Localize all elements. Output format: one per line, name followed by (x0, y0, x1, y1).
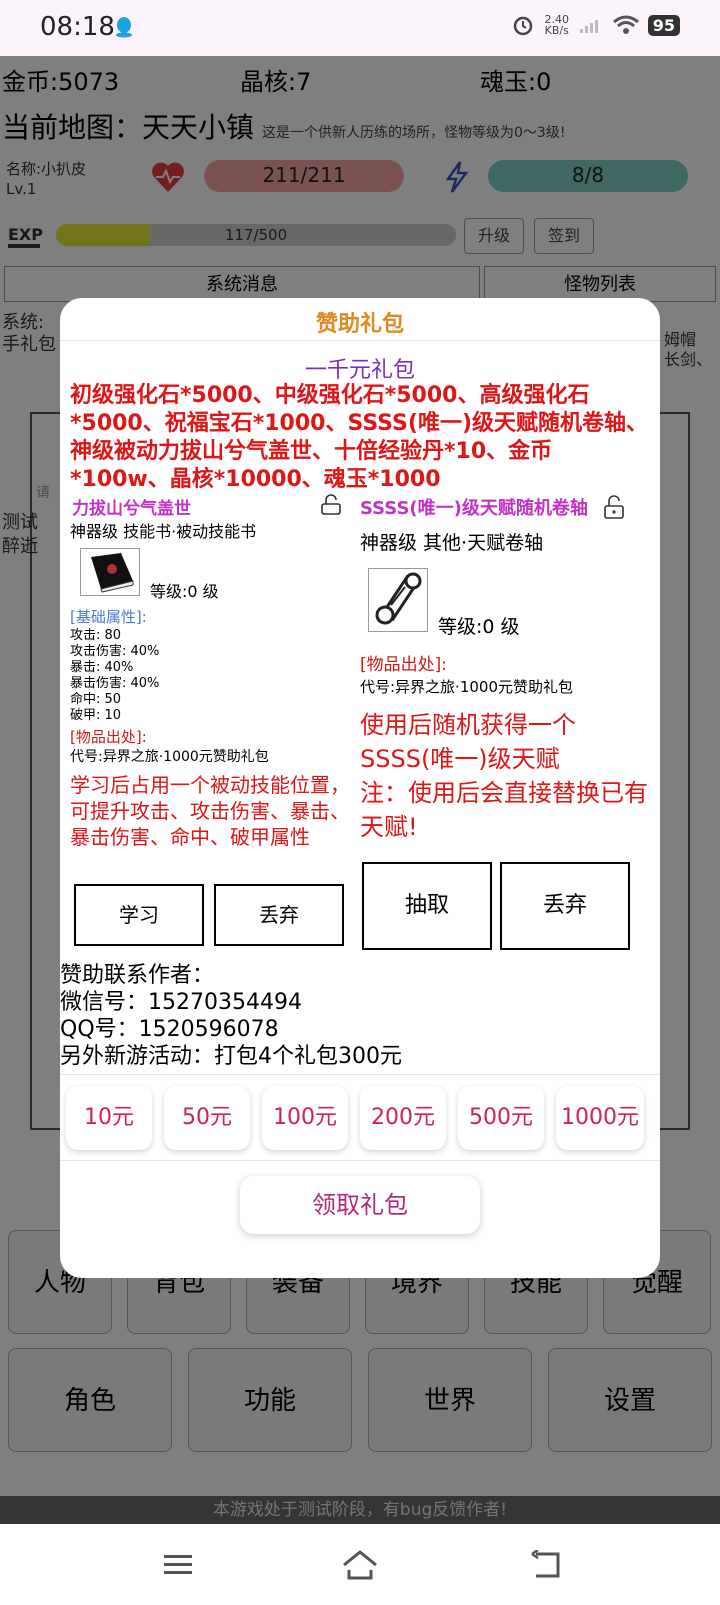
unlock-icon[interactable] (320, 494, 342, 516)
sponsor-contact: 赞助联系作者： 微信号：15270354494 QQ号：1520596078 另… (60, 962, 660, 1070)
dialog-title: 赞助礼包 (315, 312, 404, 337)
scroll-icon (375, 572, 422, 625)
amount-option-10[interactable]: 10元 (66, 1086, 152, 1150)
menu-icon[interactable] (162, 1552, 194, 1578)
item-description-2: 使用后随机获得一个SSSS(唯一)级天赋 注：使用后会直接替换已有天赋! (360, 711, 648, 841)
discard-button[interactable]: 丢弃 (214, 884, 344, 946)
item-card-skill-book: 力拔山兮气盖世 神器级 技能书·被动技能书 等级:0 级 [基础属性]: 攻击:… (70, 494, 360, 954)
item-name: 力拔山兮气盖世 (72, 499, 191, 519)
attr-armor-break: 破甲: 10 (70, 708, 122, 723)
signal-icon (579, 20, 598, 33)
amount-option-500[interactable]: 500元 (458, 1086, 544, 1150)
amount-option-1000[interactable]: 1000元 (556, 1086, 644, 1150)
item-name-2: SSSS(唯一)级天赋随机卷轴 (360, 498, 588, 519)
sponsor-gift-dialog: 赞助礼包 一千元礼包 初级强化石*5000、中级强化石*5000、高级强化石*5… (60, 298, 660, 1278)
contact-promo: 另外新游活动：打包4个礼包300元 (60, 1044, 402, 1069)
attr-crit: 暴击: 40% (70, 660, 134, 675)
contact-wechat: 微信号：15270354494 (60, 990, 302, 1015)
clock: 08:18 (40, 12, 115, 42)
item-card-talent-scroll: SSSS(唯一)级天赋随机卷轴 神器级 其他·天赋卷轴 等级:0 级 [物品出处… (360, 494, 656, 954)
attr-attack-damage: 攻击伤害: 40% (70, 644, 160, 659)
divider-2 (60, 1074, 660, 1075)
draw-button[interactable]: 抽取 (362, 862, 492, 950)
source-header-2: [物品出处]: (360, 655, 447, 675)
status-icons: 2.40 KB/s 95 (512, 14, 680, 36)
status-bar: 08:18 2.40 KB/s 95 (0, 0, 720, 56)
item-thumbnail (80, 548, 140, 596)
item-thumbnail-2 (368, 568, 428, 632)
divider (60, 340, 660, 341)
home-icon[interactable] (340, 1548, 380, 1582)
claim-gift-button[interactable]: 领取礼包 (240, 1176, 480, 1234)
alarm-icon (513, 16, 532, 36)
amount-option-50[interactable]: 50元 (164, 1086, 250, 1150)
wifi-icon (612, 15, 639, 34)
net-speed-unit: KB/s (544, 24, 569, 37)
contact-qq: QQ号：1520596078 (60, 1017, 279, 1042)
contact-header: 赞助联系作者： (60, 963, 215, 988)
discard-button-2[interactable]: 丢弃 (500, 862, 630, 950)
book-icon (91, 553, 134, 593)
item-description: 学习后占用一个被动技能位置，可提升攻击、攻击伤害、暴击、暴击伤害、命中、破甲属性 (70, 773, 350, 849)
item-level-2: 等级:0 级 (438, 616, 520, 638)
item-source: 代号:异界之旅·1000元赞助礼包 (70, 749, 269, 765)
net-speed: 2.40 KB/s (542, 14, 572, 36)
system-navigation-bar (0, 1524, 720, 1605)
divider-3 (60, 1160, 660, 1161)
item-type-2: 神器级 其他·天赋卷轴 (360, 532, 544, 554)
item-type: 神器级 技能书·被动技能书 (70, 522, 257, 541)
source-header: [物品出处]: (70, 728, 147, 746)
back-icon[interactable] (530, 1550, 564, 1580)
amount-option-200[interactable]: 200元 (360, 1086, 446, 1150)
amount-option-100[interactable]: 100元 (262, 1086, 348, 1150)
item-source-2: 代号:异界之旅·1000元赞助礼包 (360, 678, 573, 696)
attribute-header: [基础属性]: (70, 608, 147, 626)
item-level: 等级:0 级 (150, 582, 219, 601)
attr-attack: 攻击: 80 (70, 628, 122, 643)
package-contents: 初级强化石*5000、中级强化石*5000、高级强化石*5000、祝福宝石*10… (70, 383, 648, 492)
attr-crit-damage: 暴击伤害: 40% (70, 676, 160, 691)
qq-notification-icon (116, 17, 132, 38)
package-title: 一千元礼包 (304, 358, 415, 383)
attr-hit: 命中: 50 (70, 692, 122, 707)
unlock-icon-2[interactable] (602, 494, 626, 520)
learn-button[interactable]: 学习 (74, 884, 204, 946)
battery-indicator: 95 (647, 14, 680, 36)
